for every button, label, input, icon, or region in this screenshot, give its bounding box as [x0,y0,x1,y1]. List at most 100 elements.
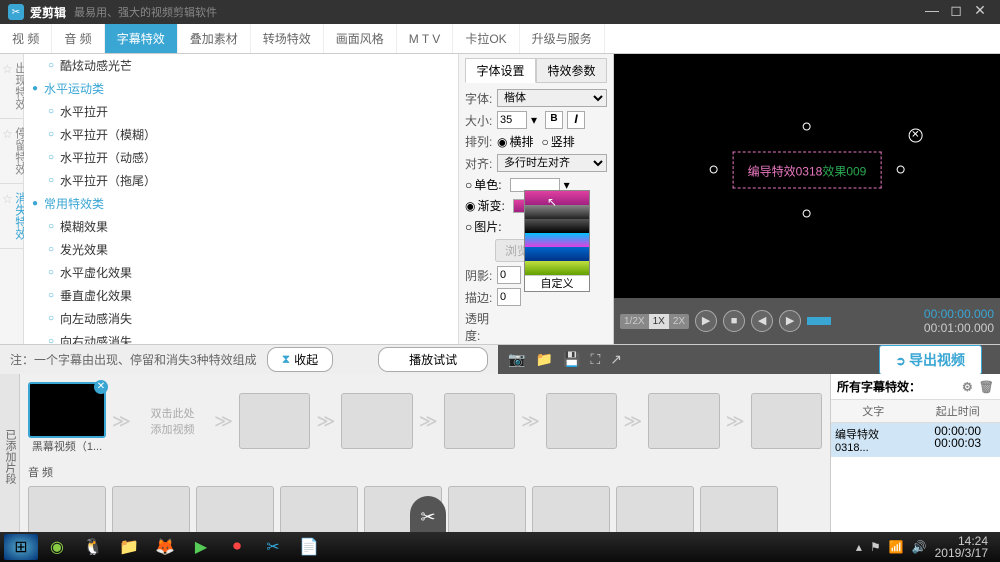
empty-audio-slot[interactable] [448,486,526,538]
speed-half[interactable]: 1/2X [620,314,649,329]
taskbar-app[interactable]: 🐧 [76,534,110,560]
gradient-dropdown[interactable]: 自定义 [524,190,590,292]
empty-audio-slot[interactable] [700,486,778,538]
phase-stay[interactable]: ☆停留特效 [0,119,23,184]
gear-icon[interactable]: ⚙ [962,380,973,394]
speed-1x[interactable]: 1X [649,314,669,329]
handle-bottom[interactable] [803,209,811,217]
tab-mtv[interactable]: M T V [397,24,454,53]
tray-network-icon[interactable]: 📶 [889,540,904,554]
preview-canvas[interactable]: 编导特效0318效果009 ✕ [628,68,986,294]
tab-overlay[interactable]: 叠加素材 [178,24,251,53]
start-button[interactable]: ⊞ [4,534,38,560]
gradient-custom[interactable]: 自定义 [525,275,589,291]
collapse-button[interactable]: ⧗收起 [267,347,333,372]
trash-icon[interactable]: 🗑 [979,380,994,394]
effect-item[interactable]: 水平拉开（动感） [24,146,458,169]
clips-tab[interactable]: 已添加片段 [0,374,20,538]
phase-disappear[interactable]: ☆消失特效 [0,184,23,249]
subtitle-textbox[interactable]: 编导特效0318效果009 ✕ [733,151,882,188]
tab-transition[interactable]: 转场特效 [251,24,324,53]
speed-2x[interactable]: 2X [669,314,689,329]
taskbar-app[interactable]: ✂ [256,534,290,560]
empty-audio-slot[interactable] [196,486,274,538]
empty-clip-slot[interactable] [546,393,617,449]
empty-audio-slot[interactable] [532,486,610,538]
tab-audio[interactable]: 音 频 [52,24,104,53]
gradient-option[interactable] [525,191,589,205]
scissors-button[interactable]: ✂ [410,496,446,532]
tray-volume-icon[interactable]: 🔊 [912,540,927,554]
empty-clip-slot[interactable] [239,393,310,449]
gradient-option[interactable] [525,233,589,247]
taskbar-app[interactable]: ⏺ [220,534,254,560]
empty-clip-slot[interactable] [444,393,515,449]
prev-frame-button[interactable]: ◀ [751,310,773,332]
video-clip[interactable]: ✕ [28,382,106,438]
minimize-button[interactable]: — [920,3,944,21]
empty-clip-slot[interactable] [341,393,412,449]
save-icon[interactable]: 💾 [563,351,580,368]
share-icon[interactable]: ↗ [610,351,622,368]
effect-list[interactable]: 酷炫动感光芒 水平运动类 水平拉开 水平拉开（模糊） 水平拉开（动感） 水平拉开… [24,54,459,344]
empty-audio-slot[interactable] [616,486,694,538]
next-frame-button[interactable]: ▶ [779,310,801,332]
effect-category[interactable]: 常用特效类 [24,192,458,215]
italic-button[interactable]: I [567,111,585,129]
fullscreen-icon[interactable]: ⛶ [590,351,600,368]
tab-video[interactable]: 视 频 [0,24,52,53]
remove-clip-icon[interactable]: ✕ [94,380,108,394]
snapshot-icon[interactable]: 📷 [508,351,525,368]
arrange-horizontal[interactable]: ◉ 横排 [497,133,534,150]
delete-subtitle-icon[interactable]: ✕ [908,128,922,142]
add-video-hint[interactable]: 双击此处 添加视频 [137,393,208,449]
font-select[interactable]: 楷体 [497,89,607,107]
tray-flag-icon[interactable]: ⚑ [870,540,881,554]
handle-top[interactable] [803,122,811,130]
tab-subtitle-fx[interactable]: 字幕特效 [105,24,178,53]
tab-font-settings[interactable]: 字体设置 [465,58,536,83]
effect-item[interactable]: 水平拉开 [24,100,458,123]
taskbar-app[interactable]: ◉ [40,534,74,560]
tab-upgrade[interactable]: 升级与服务 [520,24,605,53]
handle-left[interactable] [710,166,718,174]
close-button[interactable]: ✕ [968,3,992,21]
phase-appear[interactable]: ☆出现特效 [0,54,23,119]
bold-button[interactable]: B [545,111,563,129]
gradient-option[interactable] [525,261,589,275]
effect-item[interactable]: 向右动感消失 [24,330,458,344]
taskbar-app[interactable]: 📁 [112,534,146,560]
effect-item[interactable]: 水平虚化效果 [24,261,458,284]
handle-right[interactable] [896,166,904,174]
empty-audio-slot[interactable] [28,486,106,538]
play-button[interactable]: ▶ [695,310,717,332]
stroke-input[interactable] [497,288,521,306]
color-gradient-radio[interactable]: ◉ 渐变: [465,197,505,214]
tab-fx-params[interactable]: 特效参数 [536,58,607,83]
export-video-button[interactable]: ➲ 导出视频 [879,345,982,375]
effect-item[interactable]: 水平拉开（拖尾） [24,169,458,192]
effect-item[interactable]: 模糊效果 [24,215,458,238]
tab-karaoke[interactable]: 卡拉OK [453,24,519,53]
volume-slider[interactable] [807,317,831,325]
gradient-option[interactable] [525,247,589,261]
color-picture-radio[interactable]: ○ 图片: [465,218,502,235]
empty-audio-slot[interactable] [112,486,190,538]
clock[interactable]: 14:242019/3/17 [935,535,988,559]
maximize-button[interactable]: ◻ [944,3,968,21]
taskbar-app[interactable]: ▶ [184,534,218,560]
effect-item[interactable]: 向左动感消失 [24,307,458,330]
empty-audio-slot[interactable] [280,486,358,538]
subtitle-row[interactable]: 编导特效0318... 00:00:0000:00:03 [831,423,1000,457]
effect-item[interactable]: 发光效果 [24,238,458,261]
effect-item[interactable]: 酷炫动感光芒 [24,54,458,77]
effect-item[interactable]: 水平拉开（模糊） [24,123,458,146]
taskbar-app[interactable]: 🦊 [148,534,182,560]
effect-item[interactable]: 垂直虚化效果 [24,284,458,307]
arrange-vertical[interactable]: ○ 竖排 [542,133,575,150]
color-single-radio[interactable]: ○ 单色: [465,176,502,193]
align-select[interactable]: 多行时左对齐 [497,154,607,172]
gradient-option[interactable] [525,219,589,233]
open-icon[interactable]: 📁 [536,351,553,368]
size-input[interactable] [497,111,527,129]
